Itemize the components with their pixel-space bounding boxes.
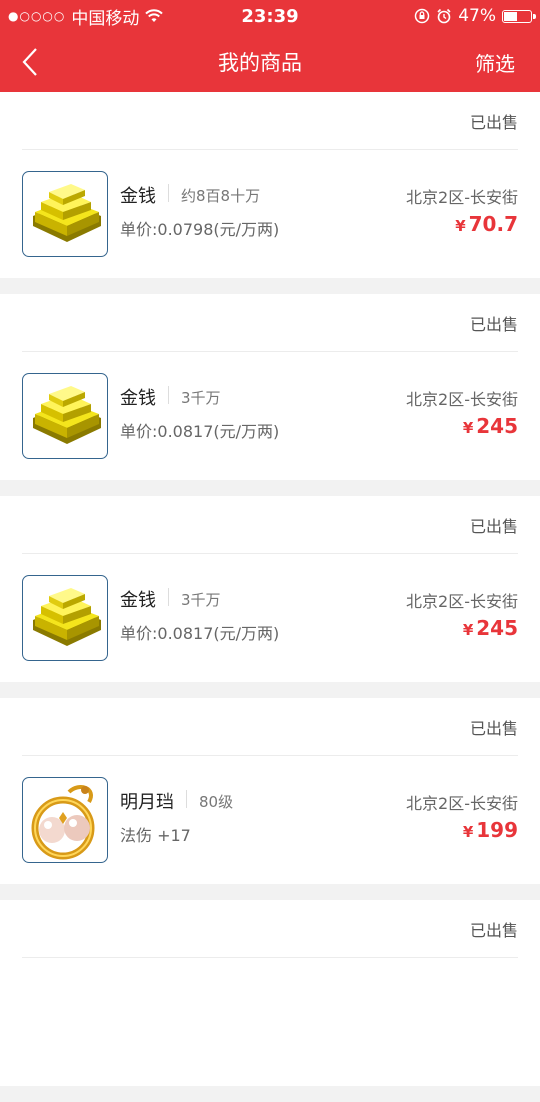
card-body: 金钱 3千万 单价:0.0817(元/万两) 北京2区-长安街 ¥245 (0, 554, 540, 682)
nav-bar: 我的商品 筛选 (0, 32, 540, 92)
pearl-earring-icon (31, 785, 95, 860)
card-header: 已出售 (22, 900, 518, 958)
item-separator (168, 588, 169, 606)
item-quantity: 80级 (199, 793, 234, 811)
item-detail: 单价:0.0798(元/万两) (120, 220, 280, 239)
item-name: 金钱 (120, 388, 156, 409)
price-value: 70.7 (468, 212, 518, 236)
chevron-left-icon (22, 48, 37, 76)
card-body: 明月珰 80级 法伤 +17 北京2区-长安街 ¥199 (0, 756, 540, 884)
item-server: 北京2区-长安街 (406, 794, 518, 813)
product-card[interactable]: 已出售 (0, 900, 540, 1086)
product-card[interactable]: 已出售 明月珰 80级 法伤 +17 北京2区-长安街 ¥ 199 (0, 698, 540, 884)
item-separator (168, 386, 169, 404)
status-right: 47% (352, 6, 536, 26)
item-price: ¥70.7 (455, 212, 518, 236)
item-price: ¥199 (463, 818, 518, 842)
item-detail: 法伤 +17 (120, 826, 191, 845)
back-button[interactable] (0, 32, 60, 92)
product-card[interactable]: 已出售 金钱 3千万 单价:0.0817(元/万两) 北京2区-长安街 ¥ 24… (0, 294, 540, 480)
gold-bars-icon (33, 386, 101, 444)
item-quantity: 3千万 (181, 389, 221, 407)
product-list: 已出售 金钱 约8百8十万 单价:0.0798(元/万两) 北京2区-长安街 ¥… (0, 92, 540, 1102)
alarm-icon (437, 8, 451, 24)
sale-status: 已出售 (469, 314, 518, 334)
item-detail: 单价:0.0817(元/万两) (120, 624, 280, 643)
carrier-name: 中国移动 (71, 8, 140, 29)
item-quantity: 3千万 (181, 591, 221, 609)
item-server: 北京2区-长安街 (406, 390, 518, 409)
item-separator (168, 184, 169, 202)
card-body: 金钱 约8百8十万 单价:0.0798(元/万两) 北京2区-长安街 ¥70.7 (0, 150, 540, 278)
currency-symbol: ¥ (462, 419, 474, 437)
item-price: ¥245 (463, 414, 518, 438)
item-name: 金钱 (120, 590, 156, 611)
item-thumbnail (22, 373, 108, 459)
item-server: 北京2区-长安街 (406, 592, 518, 611)
item-detail: 单价:0.0817(元/万两) (120, 422, 280, 441)
sale-status: 已出售 (469, 718, 518, 738)
product-card[interactable]: 已出售 金钱 约8百8十万 单价:0.0798(元/万两) 北京2区-长安街 ¥… (0, 92, 540, 278)
price-value: 199 (476, 818, 518, 842)
sale-status: 已出售 (469, 112, 518, 132)
product-card[interactable]: 已出售 金钱 3千万 单价:0.0817(元/万两) 北京2区-长安街 ¥ 24… (0, 496, 540, 682)
status-bar: ●○○○○ 中国移动 23:39 47% (0, 0, 540, 32)
card-header: 已出售 (22, 496, 518, 554)
status-left: ●○○○○ 中国移动 (8, 4, 188, 29)
card-header: 已出售 (22, 294, 518, 352)
battery-percent: 47% (458, 6, 496, 26)
battery-icon (502, 9, 536, 23)
item-name: 明月珰 (120, 792, 174, 813)
page-title: 我的商品 (218, 51, 302, 75)
signal-strength-icon: ●○○○○ (8, 9, 66, 23)
item-price: ¥245 (463, 616, 518, 640)
price-value: 245 (476, 414, 518, 438)
battery-level (504, 11, 518, 21)
currency-symbol: ¥ (455, 217, 466, 235)
sale-status: 已出售 (469, 516, 518, 536)
orientation-lock-icon (414, 8, 430, 24)
item-thumbnail (22, 575, 108, 661)
currency-symbol: ¥ (462, 823, 474, 841)
currency-symbol: ¥ (462, 621, 474, 639)
gold-bars-icon (33, 588, 101, 646)
wifi-icon (145, 9, 164, 22)
item-thumbnail (22, 777, 108, 863)
card-header: 已出售 (22, 698, 518, 756)
item-thumbnail (22, 171, 108, 257)
status-time: 23:39 (241, 5, 299, 27)
card-body: 金钱 3千万 单价:0.0817(元/万两) 北京2区-长安街 ¥245 (0, 352, 540, 480)
price-value: 245 (476, 616, 518, 640)
sale-status: 已出售 (469, 920, 518, 940)
item-separator (186, 790, 187, 808)
gold-bars-icon (33, 184, 101, 242)
item-quantity: 约8百8十万 (181, 187, 261, 205)
card-header: 已出售 (22, 92, 518, 150)
item-name: 金钱 (120, 186, 156, 207)
item-server: 北京2区-长安街 (406, 188, 518, 207)
filter-button[interactable]: 筛选 (460, 48, 540, 77)
